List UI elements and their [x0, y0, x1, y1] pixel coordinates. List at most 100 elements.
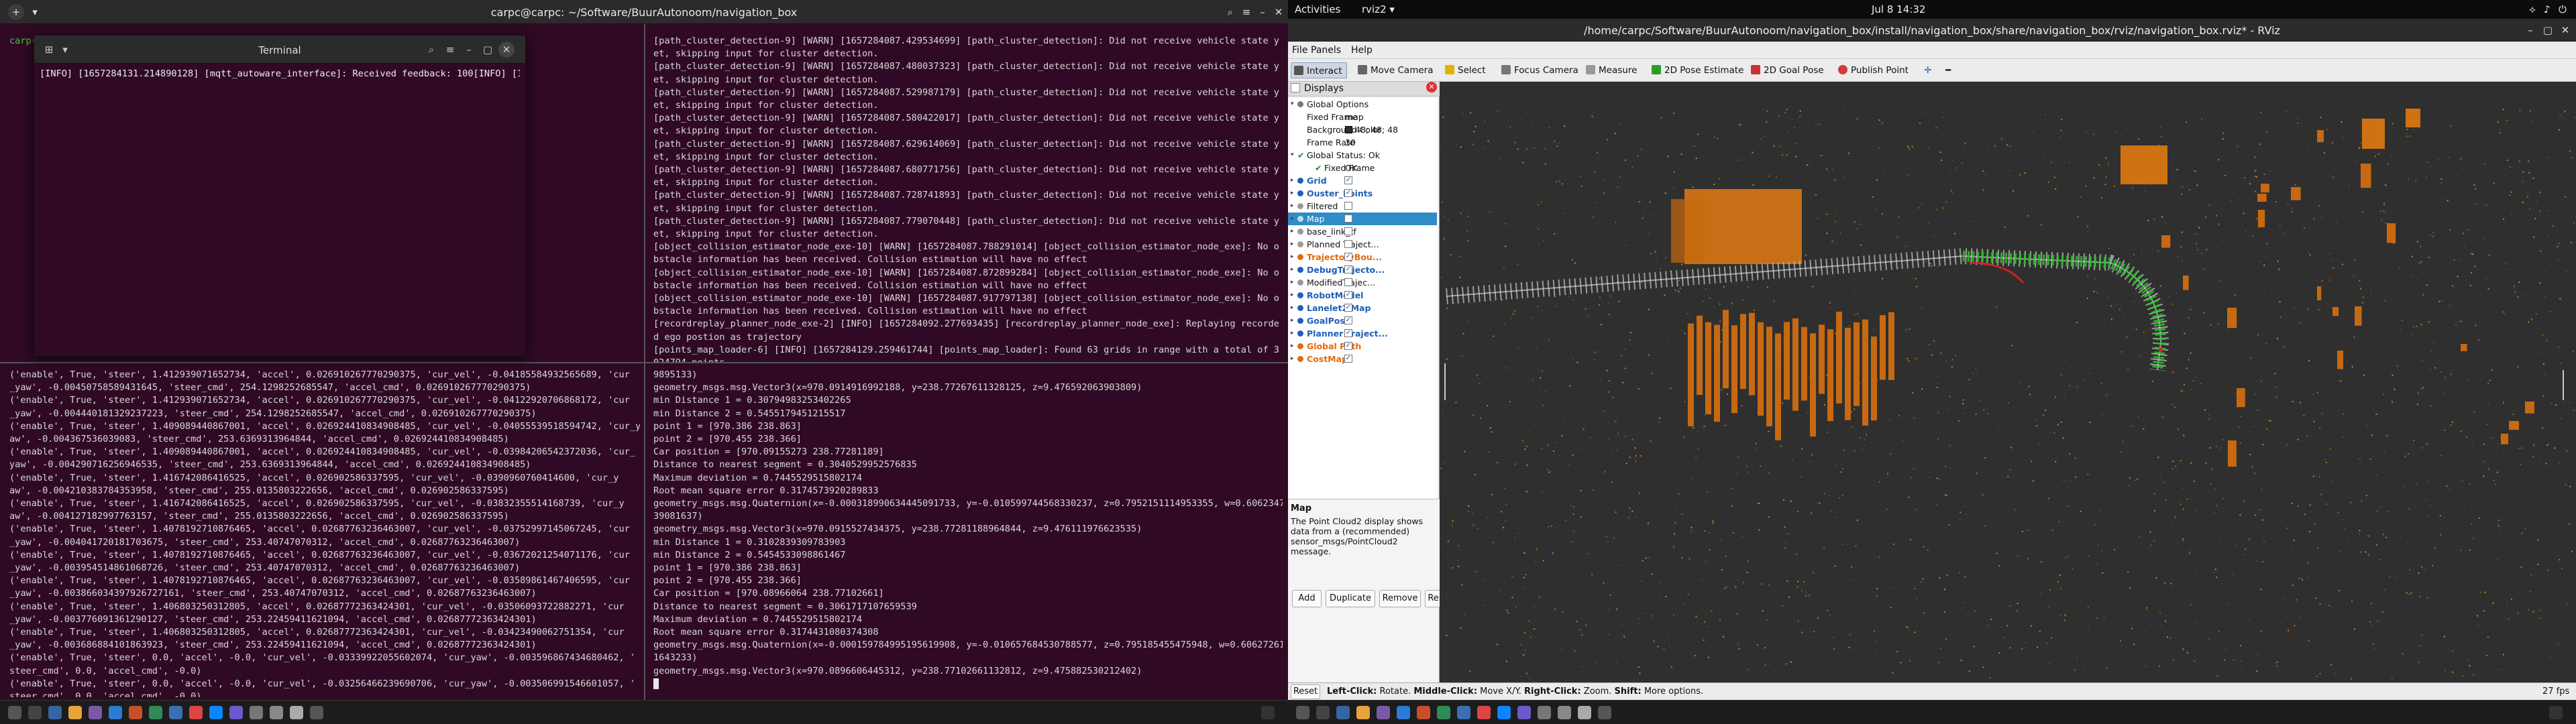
tool-focus-camera[interactable]: Focus Camera [1499, 62, 1582, 78]
taskbar-app-icon[interactable] [1356, 706, 1370, 719]
display-enable-checkbox[interactable]: ✓ [1344, 265, 1352, 274]
display-enable-checkbox[interactable]: ✓ [1344, 329, 1352, 337]
display-enable-checkbox[interactable] [1344, 215, 1352, 223]
taskbar-app-icon[interactable] [209, 706, 223, 719]
display-enable-checkbox[interactable]: ✓ [1344, 342, 1352, 350]
app-indicator[interactable]: rviz2 ▾ [1362, 3, 1395, 15]
taskbar-app-icon[interactable] [1517, 706, 1531, 719]
close-panel-icon[interactable]: ✕ [1426, 82, 1437, 93]
taskbar-app-icon[interactable] [1377, 706, 1390, 719]
expand-arrow-icon[interactable]: ▸ [1291, 302, 1294, 314]
volume-icon[interactable]: ♪ [2544, 3, 2551, 15]
maximize-icon[interactable]: ▢ [480, 42, 496, 58]
display-enable-checkbox[interactable] [1344, 202, 1352, 210]
taskbar-app-icon[interactable] [89, 706, 102, 719]
taskbar-app-icon[interactable] [48, 706, 62, 719]
search-icon[interactable]: ⌕ [423, 42, 439, 58]
display-item-robotmodel[interactable]: ▸ RobotModel ✓ [1288, 289, 1437, 302]
taskbar-app-icon[interactable] [1417, 706, 1430, 719]
display-enable-checkbox[interactable]: ✓ [1344, 316, 1352, 324]
taskbar-app-icon[interactable] [1578, 706, 1591, 719]
clock[interactable]: Jul 8 14:32 [1872, 3, 1925, 15]
tool-interact[interactable]: Interact [1291, 62, 1347, 78]
duplicate-button[interactable]: Duplicate [1326, 590, 1375, 607]
display-enable-checkbox[interactable]: ✓ [1344, 304, 1352, 312]
tray-icon[interactable] [2549, 706, 2563, 719]
tool-publish-point[interactable]: Publish Point [1835, 62, 1913, 78]
tree-global-status[interactable]: ▾ ✔ Global Status: Ok [1288, 149, 1437, 162]
taskbar-app-icon[interactable] [68, 706, 82, 719]
display-item-map[interactable]: ▸ Map [1288, 213, 1437, 225]
taskbar-app-icon[interactable] [1437, 706, 1450, 719]
remove-tool-button[interactable]: ━ [1943, 62, 1955, 78]
taskbar-app-icon[interactable] [1397, 706, 1410, 719]
taskbar-app-icon[interactable] [1538, 706, 1551, 719]
menu-file[interactable]: File [1292, 45, 1307, 56]
tree-background-color[interactable]: Background Color 48; 48; 48 [1288, 123, 1437, 136]
tree-fixed-frame[interactable]: Fixed Frame map [1288, 111, 1437, 123]
pane-top-left-text[interactable]: carp(pan(panbastlibrboarboarboarboar [9, 35, 34, 350]
pane-top-right[interactable]: [path_cluster_detection-9] [WARN] [16572… [653, 35, 1283, 363]
display-item-filtered[interactable]: ▸ Filtered [1288, 200, 1437, 213]
display-item-planned-traject[interactable]: ▸ Planned Traject... [1288, 238, 1437, 251]
display-item-debugtrajecto[interactable]: ▸DebugTrajecto...✓ [1288, 263, 1437, 276]
close-icon[interactable]: ✕ [1271, 4, 1287, 20]
expand-arrow-icon[interactable]: ▸ [1291, 276, 1294, 289]
tree-value[interactable]: 48; 48; 48 [1355, 123, 1398, 136]
expand-arrow-icon[interactable]: ▸ [1291, 314, 1294, 327]
display-item-lanelet2-map[interactable]: ▸ Lanelet2 Map ✓ [1288, 302, 1437, 314]
network-icon[interactable]: ⟡ [2529, 3, 2536, 15]
taskbar-app-icon[interactable] [1598, 706, 1611, 719]
expand-arrow-icon[interactable]: ▸ [1291, 289, 1294, 302]
taskbar-app-icon[interactable] [1296, 706, 1309, 719]
display-item-global-path[interactable]: ▸ Global Path ✓ [1288, 340, 1437, 353]
tool-move-camera[interactable]: Move Camera [1355, 62, 1437, 78]
taskbar-app-icon[interactable] [310, 706, 323, 719]
point-cloud-scene[interactable] [1440, 82, 2576, 682]
display-enable-checkbox[interactable] [1344, 240, 1352, 248]
tool-measure[interactable]: Measure [1583, 62, 1641, 78]
pane-bottom-right[interactable]: 9895133) geometry_msgs.msg.Vector3(x=970.… [653, 369, 1283, 697]
tray-icon[interactable] [1261, 706, 1275, 719]
minimize-icon[interactable]: – [2522, 22, 2538, 38]
tree-global-options[interactable]: ▾ Global Options [1288, 98, 1437, 111]
taskbar-app-icon[interactable] [28, 706, 42, 719]
taskbar-app-icon[interactable] [169, 706, 182, 719]
close-icon[interactable]: ✕ [498, 42, 515, 58]
expand-arrow-icon[interactable]: ▸ [1291, 327, 1294, 340]
tool-2d-pose-estimate[interactable]: 2D Pose Estimate [1649, 62, 1748, 78]
close-icon[interactable]: ✕ [2557, 22, 2573, 38]
expand-arrow-icon[interactable]: ▸ [1291, 238, 1294, 251]
expand-arrow-icon[interactable]: ▸ [1291, 200, 1294, 213]
tree-value[interactable]: map [1345, 111, 1364, 123]
display-enable-checkbox[interactable] [1344, 278, 1352, 286]
displays-tree[interactable]: ▾ Global Options Fixed Frame map Backgroun… [1288, 98, 1437, 500]
maximize-icon[interactable]: ▢ [2540, 22, 2556, 38]
taskbar-app-icon[interactable] [129, 706, 142, 719]
display-item-modifiedtrajec[interactable]: ▸ ModifiedTrajec... [1288, 276, 1437, 289]
taskbar-app-icon[interactable] [1457, 706, 1470, 719]
taskbar-app-icon[interactable] [109, 706, 122, 719]
menu-icon[interactable]: ≡ [442, 42, 458, 58]
taskbar-app-icon[interactable] [1558, 706, 1571, 719]
activities-button[interactable]: Activities [1295, 3, 1340, 15]
taskbar-app-icon[interactable] [8, 706, 21, 719]
display-enable-checkbox[interactable]: ✓ [1344, 355, 1352, 363]
display-item-grid[interactable]: ▸ Grid ✓ [1288, 174, 1437, 187]
floating-terminal-output[interactable]: [INFO] [1657284131.214890128] [mqtt_auto… [40, 68, 520, 351]
menu-help[interactable]: Help [1351, 45, 1373, 56]
tool-2d-goal-pose[interactable]: 2D Goal Pose [1748, 62, 1828, 78]
color-swatch[interactable] [1345, 126, 1352, 133]
display-item-planner-traject[interactable]: ▸ Planner Traject... ✓ [1288, 327, 1437, 340]
taskbar-app-icon[interactable] [1316, 706, 1330, 719]
tree-fixed-frame-status[interactable]: ✔ Fixed Frame OK [1288, 162, 1437, 174]
taskbar-app-icon[interactable] [290, 706, 303, 719]
expand-arrow-icon[interactable]: ▸ [1291, 340, 1294, 353]
expand-arrow-icon[interactable]: ▸ [1291, 174, 1294, 187]
pane-divider-horizontal[interactable] [0, 362, 1288, 363]
minimize-icon[interactable]: – [461, 42, 477, 58]
taskbar-app-icon[interactable] [229, 706, 243, 719]
expand-arrow-icon[interactable]: ▸ [1291, 225, 1294, 238]
taskbar-app-icon[interactable] [1336, 706, 1350, 719]
display-item-ouster-points[interactable]: ▸ Ouster_Points ✓ [1288, 187, 1437, 200]
